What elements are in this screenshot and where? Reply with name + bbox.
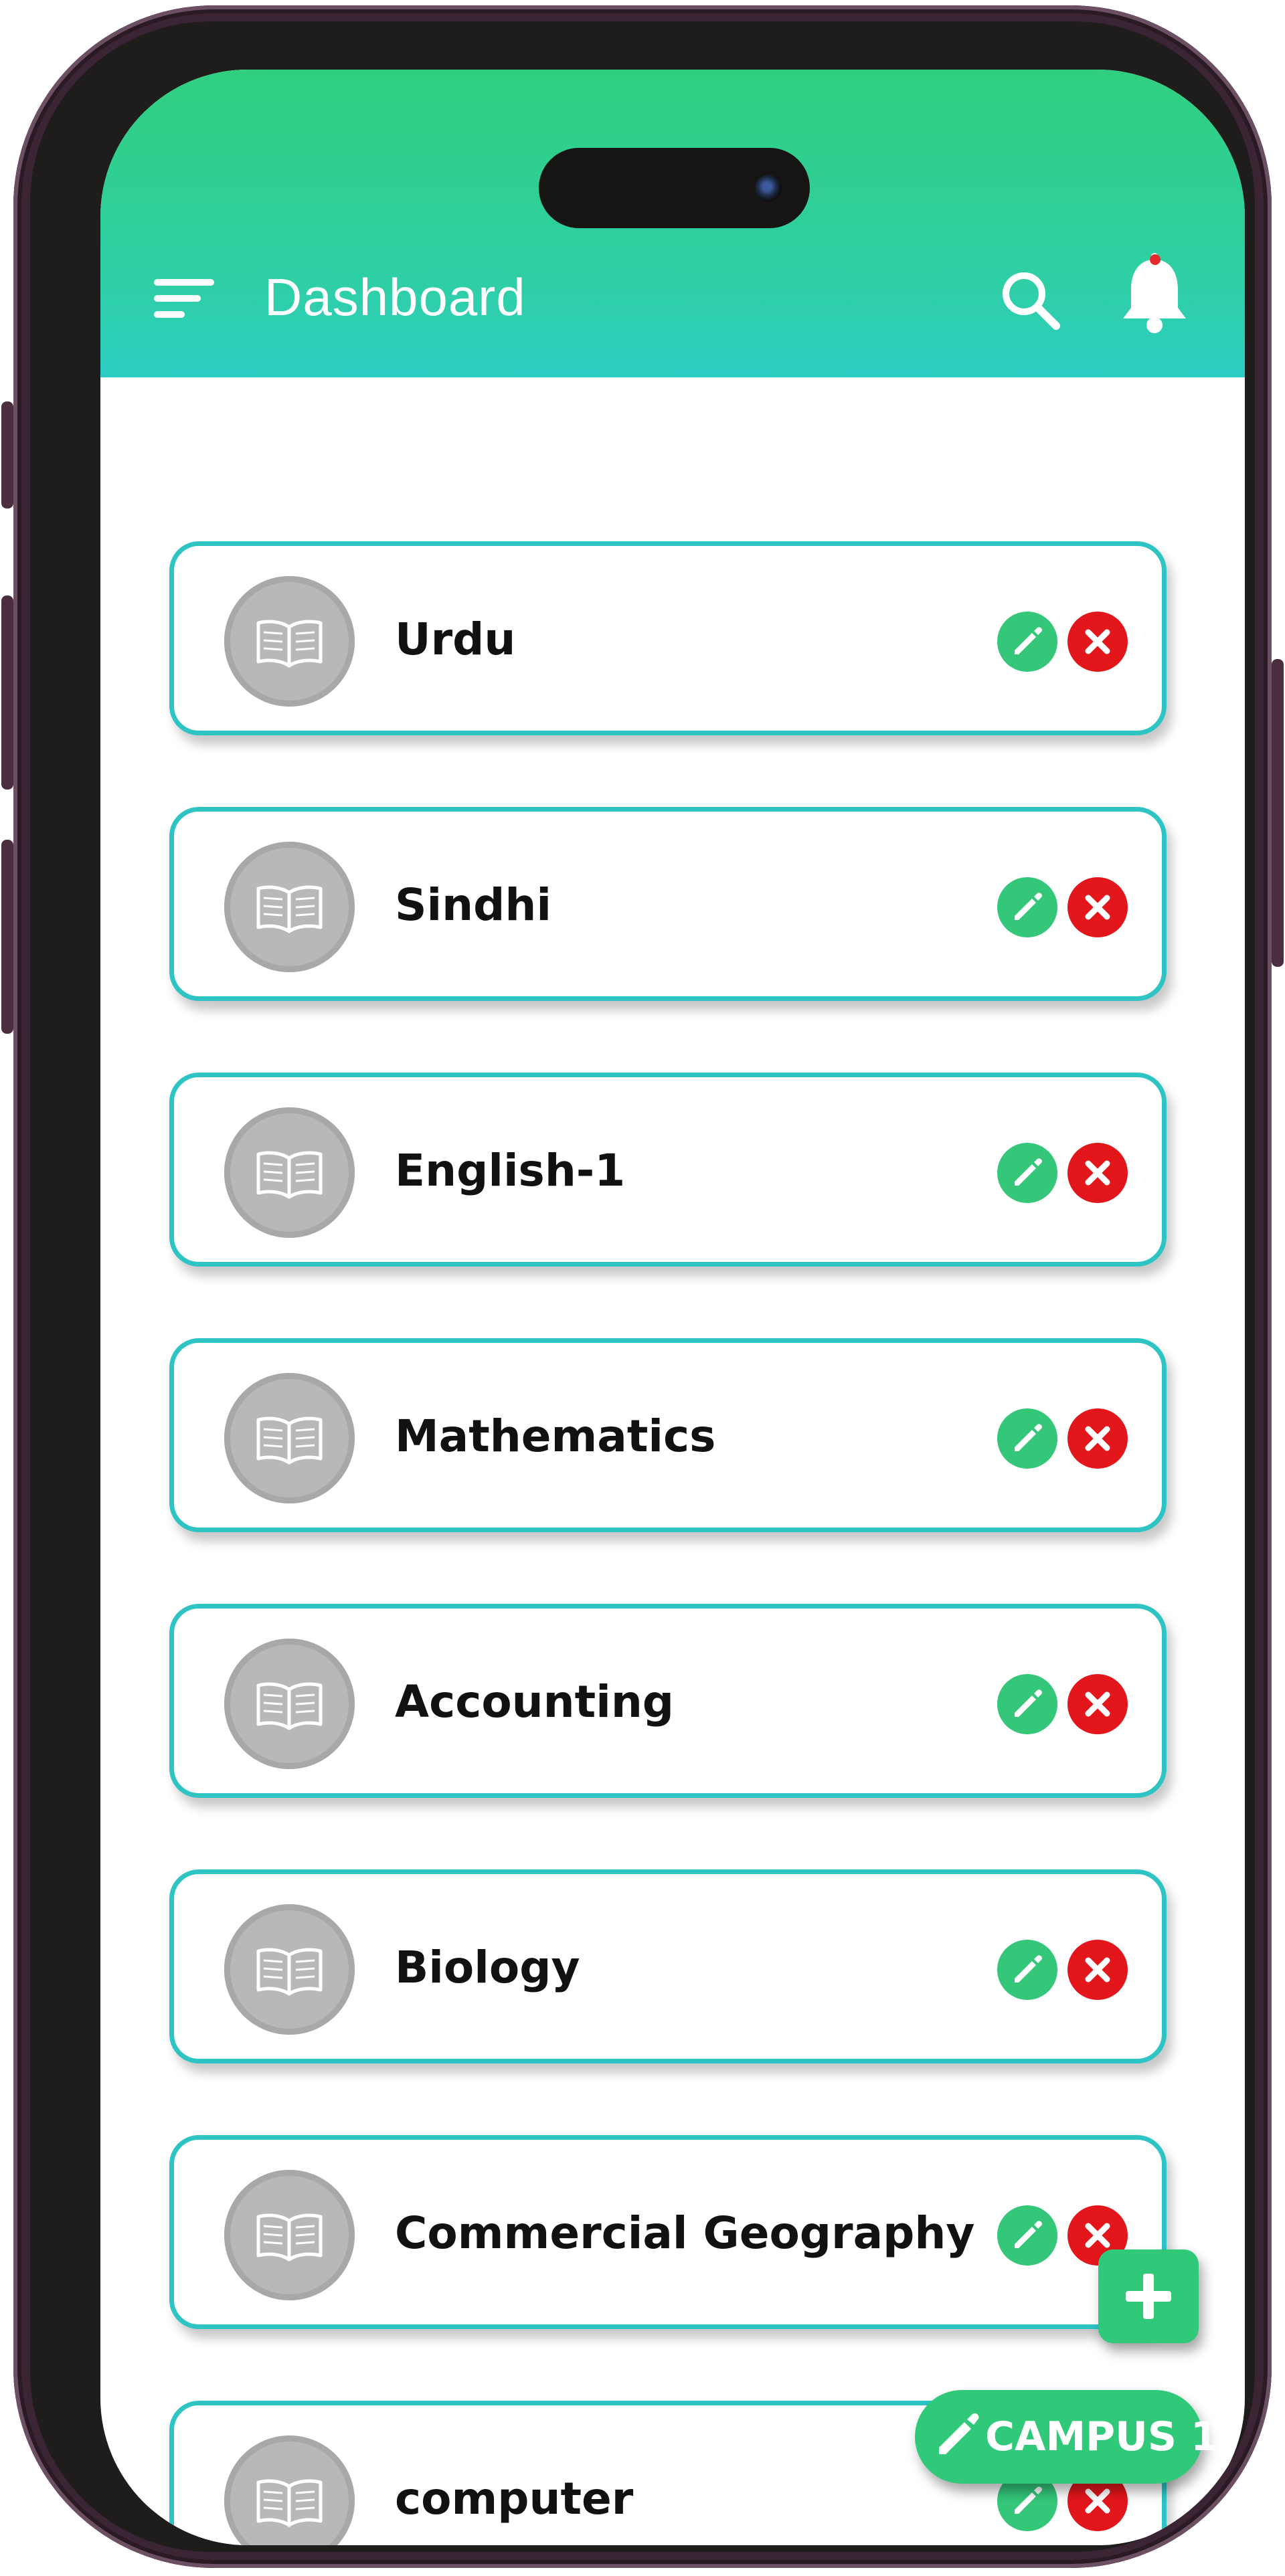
subject-name: Mathematics bbox=[395, 1410, 716, 1462]
book-icon bbox=[256, 620, 323, 668]
subject-card[interactable]: Sindhi bbox=[169, 807, 1167, 1001]
book-icon bbox=[256, 2479, 323, 2527]
subject-card[interactable]: Urdu bbox=[169, 541, 1167, 735]
screen: Dashboard Urdu Sindhi English-1 Mathemat… bbox=[100, 70, 1245, 2545]
subject-avatar bbox=[224, 1373, 355, 1503]
dynamic-island bbox=[539, 148, 810, 228]
close-icon bbox=[1085, 629, 1110, 654]
pencil-icon bbox=[1015, 627, 1042, 654]
subject-name: Sindhi bbox=[395, 879, 551, 931]
close-icon bbox=[1085, 895, 1110, 920]
book-icon bbox=[256, 1682, 323, 1730]
subject-name: Commercial Geography bbox=[395, 2207, 975, 2259]
edit-button[interactable] bbox=[997, 612, 1057, 672]
delete-button[interactable] bbox=[1067, 1408, 1128, 1469]
edit-button[interactable] bbox=[997, 1940, 1057, 2000]
book-icon bbox=[256, 1416, 323, 1465]
notification-badge bbox=[1150, 254, 1161, 265]
page-title: Dashboard bbox=[264, 268, 526, 327]
campus-selector-button[interactable]: CAMPUS 1 bbox=[915, 2390, 1219, 2484]
pencil-icon bbox=[1015, 1158, 1042, 1186]
subject-name: Biology bbox=[395, 1942, 580, 1993]
pencil-icon bbox=[1015, 1955, 1042, 1983]
pencil-icon bbox=[1015, 2486, 1042, 2514]
subject-name: Accounting bbox=[395, 1676, 675, 1728]
subject-avatar bbox=[224, 1639, 355, 1769]
edit-button[interactable] bbox=[997, 1143, 1057, 1203]
edit-button[interactable] bbox=[997, 2205, 1057, 2266]
subject-avatar bbox=[224, 1107, 355, 1238]
edit-button[interactable] bbox=[997, 877, 1057, 937]
subject-avatar bbox=[224, 842, 355, 972]
add-subject-button[interactable] bbox=[1098, 2249, 1199, 2343]
pencil-icon bbox=[1015, 2221, 1042, 2248]
pencil-icon bbox=[1015, 1689, 1042, 1717]
subject-avatar bbox=[224, 1904, 355, 2035]
side-button-volume-down bbox=[1, 840, 13, 1034]
campus-label: CAMPUS 1 bbox=[985, 2413, 1219, 2460]
side-button-power bbox=[1272, 659, 1284, 967]
subject-avatar bbox=[224, 2435, 355, 2545]
subject-name: Urdu bbox=[395, 614, 516, 665]
close-icon bbox=[1085, 1426, 1110, 1451]
subject-name: computer bbox=[395, 2473, 634, 2524]
side-button-action bbox=[1, 401, 13, 509]
subject-card[interactable]: Commercial Geography bbox=[169, 2135, 1167, 2329]
delete-button[interactable] bbox=[1067, 612, 1128, 672]
close-icon bbox=[1085, 1160, 1110, 1186]
book-icon bbox=[256, 1948, 323, 1996]
pencil-icon bbox=[1015, 893, 1042, 920]
book-icon bbox=[256, 1151, 323, 1199]
phone-bezel: Dashboard Urdu Sindhi English-1 Mathemat… bbox=[30, 21, 1255, 2552]
close-icon bbox=[1085, 2223, 1110, 2248]
subject-card[interactable]: Mathematics bbox=[169, 1338, 1167, 1532]
close-icon bbox=[1085, 1691, 1110, 1717]
subject-avatar bbox=[224, 2170, 355, 2300]
edit-button[interactable] bbox=[997, 1674, 1057, 1734]
subject-avatar bbox=[224, 576, 355, 707]
delete-button[interactable] bbox=[1067, 1143, 1128, 1203]
pencil-icon bbox=[939, 2413, 979, 2454]
subject-card[interactable]: Biology bbox=[169, 1869, 1167, 2063]
delete-button[interactable] bbox=[1067, 1940, 1128, 2000]
subject-card[interactable]: Accounting bbox=[169, 1604, 1167, 1798]
search-icon[interactable] bbox=[997, 267, 1064, 334]
subject-card[interactable]: English-1 bbox=[169, 1073, 1167, 1267]
side-button-volume-up bbox=[1, 595, 13, 790]
menu-icon[interactable] bbox=[154, 274, 214, 320]
close-icon bbox=[1085, 2488, 1110, 2514]
book-icon bbox=[256, 885, 323, 933]
book-icon bbox=[256, 2213, 323, 2262]
camera-lens bbox=[755, 175, 782, 201]
pencil-icon bbox=[1015, 1424, 1042, 1451]
edit-button[interactable] bbox=[997, 1408, 1057, 1469]
delete-button[interactable] bbox=[1067, 877, 1128, 937]
delete-button[interactable] bbox=[1067, 1674, 1128, 1734]
close-icon bbox=[1085, 1957, 1110, 1983]
subject-name: English-1 bbox=[395, 1145, 626, 1196]
